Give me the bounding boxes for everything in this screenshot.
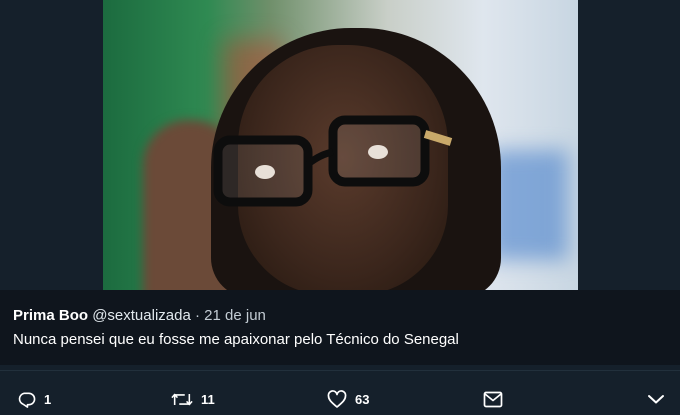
tweet-action-bar: 1 11 63 (0, 370, 680, 415)
tweet-text: Nunca pensei que eu fosse me apaixonar p… (13, 331, 459, 348)
tweet-header: Prima Boo @sextualizada · 21 de jun (13, 307, 266, 325)
envelope-icon (483, 391, 503, 407)
like-button[interactable]: 63 (327, 389, 369, 409)
retweet-button[interactable]: 11 (171, 389, 215, 409)
chevron-down-icon (648, 395, 664, 404)
reply-icon (18, 392, 36, 408)
tweet-photo[interactable] (103, 0, 578, 290)
heart-icon (327, 389, 347, 408)
display-name[interactable]: Prima Boo (13, 307, 88, 324)
direct-message-button[interactable] (483, 389, 503, 409)
retweet-icon (171, 393, 193, 405)
retweet-count: 11 (201, 391, 215, 407)
tweet-date[interactable]: 21 de jun (204, 307, 266, 324)
more-options-button[interactable] (647, 389, 665, 409)
user-handle[interactable]: @sextualizada (92, 307, 191, 324)
reply-button[interactable]: 1 (17, 389, 51, 409)
separator-dot: · (194, 307, 200, 324)
photo-glasses (213, 115, 453, 207)
reply-count: 1 (44, 391, 52, 407)
tweet-caption-overlay (0, 290, 680, 365)
like-count: 63 (355, 391, 370, 407)
